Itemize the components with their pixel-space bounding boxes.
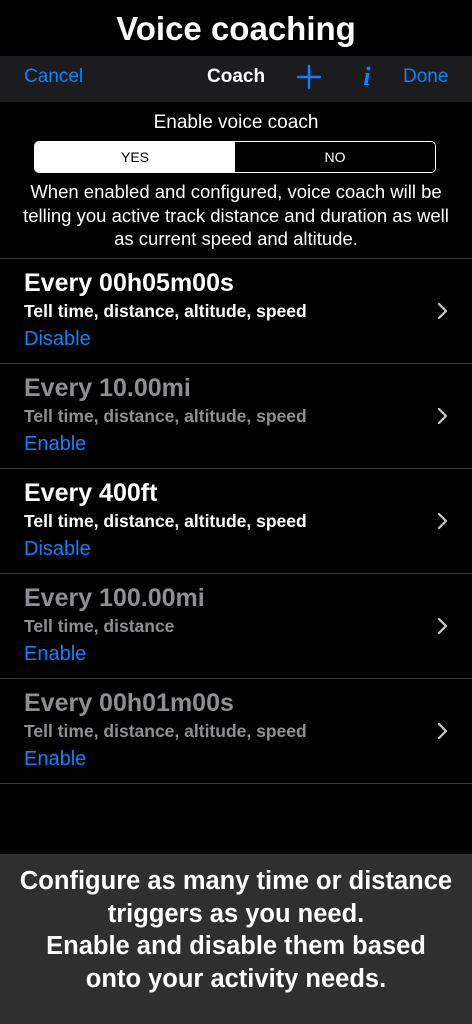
trigger-title: Every 10.00mi [24, 374, 191, 402]
no-segment[interactable]: NO [235, 142, 435, 172]
trigger-title: Every 00h05m00s [24, 269, 234, 297]
trigger-title: Every 100.00mi [24, 584, 205, 612]
trigger-row[interactable]: Every 00h05m00s Tell time, distance, alt… [0, 259, 472, 364]
voice-coach-toggle[interactable]: YES NO [34, 141, 436, 173]
yes-segment[interactable]: YES [35, 142, 235, 172]
trigger-title: Every 00h01m00s [24, 689, 234, 717]
trigger-row[interactable]: Every 100.00mi Tell time, distance Enabl… [0, 574, 472, 679]
caption-line: triggers as you need. [107, 899, 365, 928]
enable-voice-coach-label: Enable voice coach [153, 112, 319, 133]
page-title: Voice coaching [0, 0, 472, 56]
chevron-right-icon [437, 722, 448, 740]
trigger-subtitle: Tell time, distance, altitude, speed [24, 301, 307, 321]
trigger-title: Every 400ft [24, 479, 158, 507]
trigger-row[interactable]: Every 00h01m00s Tell time, distance, alt… [0, 679, 472, 784]
chevron-right-icon [437, 302, 448, 320]
caption-line: Configure as many time or distance [19, 867, 453, 895]
enable-button[interactable]: Enable [24, 748, 86, 771]
chevron-right-icon [437, 512, 448, 530]
info-icon[interactable]: i [358, 60, 376, 94]
trigger-subtitle: Tell time, distance, altitude, speed [24, 406, 307, 426]
enable-button[interactable]: Enable [24, 433, 86, 456]
enable-button[interactable]: Enable [24, 643, 86, 666]
chevron-right-icon [437, 617, 448, 635]
trigger-row[interactable]: Every 10.00mi Tell time, distance, altit… [0, 364, 472, 469]
nav-title: Coach [207, 66, 266, 87]
caption-line: onto your activity needs. [85, 964, 387, 993]
disable-button[interactable]: Disable [24, 538, 91, 561]
trigger-subtitle: Tell time, distance [24, 616, 175, 636]
disable-button[interactable]: Disable [24, 328, 91, 351]
trigger-row[interactable]: Every 400ft Tell time, distance, altitud… [0, 469, 472, 574]
chevron-right-icon [437, 407, 448, 425]
trigger-subtitle: Tell time, distance, altitude, speed [24, 511, 307, 531]
done-button[interactable]: Done [403, 56, 448, 98]
caption-line: Enable and disable them based [46, 932, 426, 960]
cancel-button[interactable]: Cancel [24, 56, 83, 98]
trigger-subtitle: Tell time, distance, altitude, speed [24, 721, 307, 741]
trigger-list: Every 00h05m00s Tell time, distance, alt… [0, 258, 472, 784]
plus-icon[interactable] [296, 64, 322, 90]
promo-caption: Configure as many time or distance trigg… [0, 854, 472, 1024]
voice-coach-description: When enabled and configured, voice coach… [23, 181, 449, 249]
navigation-bar: Cancel Coach i Done [0, 56, 472, 102]
